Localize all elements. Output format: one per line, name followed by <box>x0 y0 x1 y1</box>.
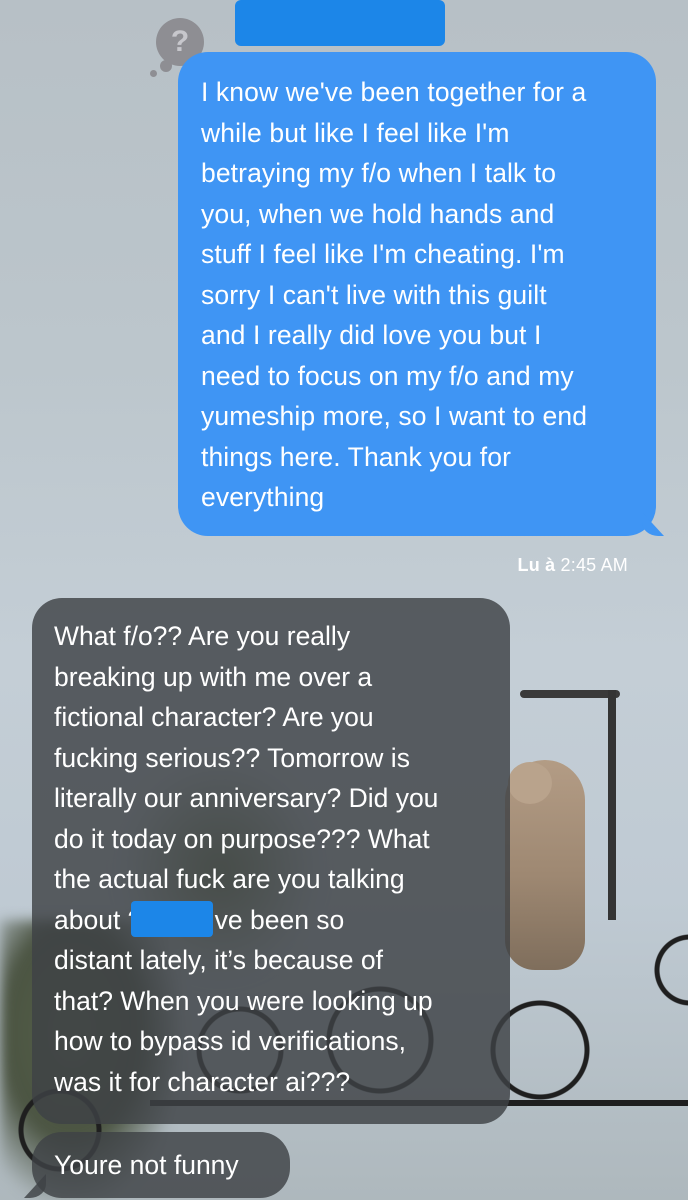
message-line: you, when we hold hands and <box>201 198 555 229</box>
thought-dot <box>150 70 157 77</box>
message-line: betraying my f/o when I talk to <box>201 158 557 188</box>
message-line: was it for character ai??? <box>54 1066 351 1097</box>
message-line: fucking serious?? Tomorrow is <box>54 742 410 773</box>
redaction-mark <box>131 901 213 937</box>
message-line: stuff I feel like I'm cheating. I'm <box>201 239 565 269</box>
received-message-bubble[interactable]: What f/o?? Are you really breaking up wi… <box>32 598 510 1124</box>
message-line: distant lately, it’s because of <box>54 945 383 975</box>
message-line: breaking up with me over a <box>54 661 373 692</box>
wallpaper-pole <box>520 690 620 698</box>
wallpaper-pole-vertical <box>608 690 616 920</box>
message-line: do it today on purpose??? What <box>54 823 430 854</box>
message-line: fictional character? Are you <box>54 702 374 732</box>
message-line: the actual fuck are you talking <box>54 864 405 894</box>
sent-message-bubble[interactable]: I know we've been together for a while b… <box>178 52 656 536</box>
message-line: things here. Thank you for <box>201 441 511 472</box>
message-line: What f/o?? Are you really <box>54 621 351 651</box>
message-line: sorry I can't live with this guilt <box>201 279 547 310</box>
message-line: I know we've been together for a <box>201 77 587 107</box>
message-line: Youre not funny <box>54 1150 239 1180</box>
message-line: how to bypass id verifications, <box>54 1026 407 1056</box>
message-line: need to focus on my f/o and my <box>201 360 574 391</box>
message-line: that? When you were looking up <box>54 985 433 1016</box>
message-line: about ?? You’ve been so <box>54 904 345 935</box>
message-line: and I really did love you but I <box>201 320 542 350</box>
read-receipt-label: Lu à <box>517 555 556 575</box>
read-receipt: Lu à 2:45 AM <box>518 555 628 576</box>
read-receipt-time: 2:45 AM <box>560 555 628 575</box>
message-line: yumeship more, so I want to end <box>201 401 588 431</box>
message-line: everything <box>201 482 325 512</box>
received-message-bubble[interactable]: Youre not funny <box>32 1132 290 1198</box>
message-line: while but like I feel like I'm <box>201 117 510 148</box>
wallpaper-bird-head <box>508 762 552 804</box>
redaction-mark <box>235 0 445 46</box>
question-mark-icon: ? <box>170 25 190 58</box>
message-line: literally our anniversary? Did you <box>54 783 439 813</box>
wallpaper-fence-right <box>640 920 688 1030</box>
